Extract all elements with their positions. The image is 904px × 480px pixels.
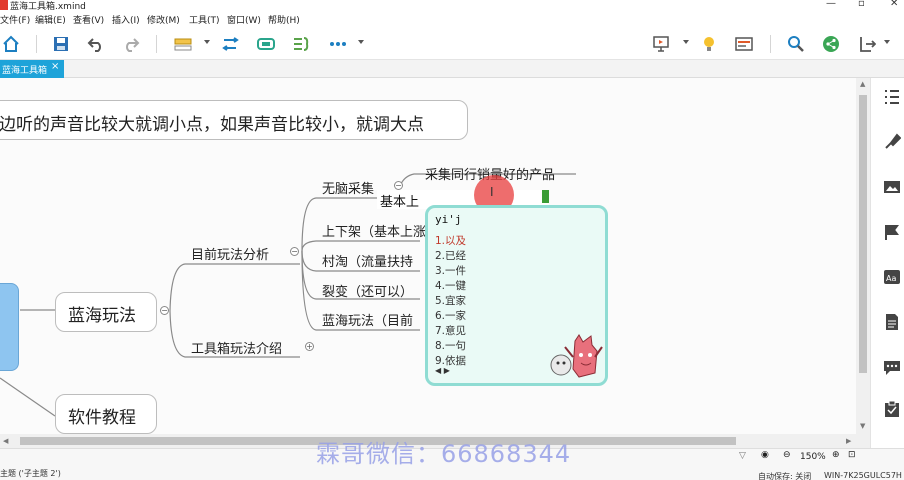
scroll-up-icon[interactable]: ▲ <box>860 80 865 88</box>
topic-software-tutorial-text: 软件教程 <box>68 408 136 428</box>
topic-style-dropdown-icon[interactable] <box>204 40 210 44</box>
title-bar: 蓝海工具箱.xmind — ▫ ✕ <box>0 0 904 12</box>
menu-edit[interactable]: 编辑(E) <box>35 13 66 26</box>
topic-style-icon[interactable] <box>172 33 194 55</box>
minimize-icon[interactable]: — <box>826 0 836 9</box>
task-icon[interactable] <box>883 400 901 418</box>
side-panel: Aa <box>870 78 904 448</box>
collapse-toggle[interactable]: − <box>290 247 299 256</box>
scroll-left-icon[interactable]: ◀ <box>3 437 8 445</box>
ime-candidate-window[interactable]: yi'j 1.以及 2.已经 3.一件 4.一键 5.宜家 6.一家 7.意见 … <box>425 205 608 386</box>
topic-blue-ocean[interactable]: 蓝海玩法 <box>55 292 157 332</box>
menu-window[interactable]: 窗口(W) <box>227 13 261 26</box>
ime-candidate[interactable]: 2.已经 <box>435 248 466 263</box>
ime-candidate[interactable]: 8.一句 <box>435 338 466 353</box>
view-eye-icon[interactable]: ◉ <box>761 450 769 460</box>
tab-blue-ocean-toolbox[interactable]: 蓝海工具箱 × <box>0 60 64 78</box>
ime-candidate[interactable]: 5.宜家 <box>435 293 466 308</box>
ime-candidate[interactable]: 1.以及 <box>435 233 466 248</box>
layout-icon[interactable] <box>733 33 755 55</box>
format-brush-icon[interactable] <box>883 133 901 151</box>
selection-status: 主题 ('子主题 2') <box>0 469 61 478</box>
autosave-status: 自动保存: 关闭 <box>758 472 812 480</box>
zoom-level[interactable]: 150% <box>800 452 826 462</box>
image-icon[interactable] <box>883 178 901 196</box>
notes-icon[interactable] <box>883 313 901 331</box>
subtopic-blue-current[interactable]: 蓝海玩法（目前 <box>322 310 413 329</box>
zoom-in-icon[interactable]: ⊕ <box>832 450 840 460</box>
menu-file[interactable]: 文件(F) <box>0 13 30 26</box>
marker-flag-icon[interactable] <box>883 223 901 241</box>
more-dropdown-icon[interactable] <box>358 40 364 44</box>
menu-help[interactable]: 帮助(H) <box>268 13 300 26</box>
home-icon[interactable] <box>0 33 22 55</box>
text-caret <box>542 190 549 203</box>
presentation-icon[interactable] <box>650 33 672 55</box>
expand-toggle[interactable]: + <box>305 342 314 351</box>
subtopic-village[interactable]: 村淘（流量扶持 <box>322 251 413 270</box>
summary-icon[interactable] <box>290 33 312 55</box>
branch-toolbox-intro[interactable]: 工具箱玩法介绍 <box>191 338 282 357</box>
editor-tab-bar: 蓝海工具箱 × <box>0 60 904 78</box>
vertical-scrollbar[interactable]: ▲ ▼ <box>856 78 870 434</box>
subtopic-mindless-collect[interactable]: 无脑采集 <box>322 178 374 197</box>
boundary-icon[interactable] <box>255 33 277 55</box>
ime-candidate[interactable]: 6.一家 <box>435 308 466 323</box>
xmind-logo-icon <box>0 0 8 10</box>
svg-text:Aa: Aa <box>886 274 896 283</box>
topic-software-tutorial[interactable]: 软件教程 <box>55 394 157 434</box>
scroll-right-icon[interactable]: ▶ <box>846 437 851 445</box>
topic-volume-tip-text: 边听的声音比较大就调小点，如果声音比较小，就调大点 <box>0 115 424 135</box>
idea-icon[interactable] <box>698 33 720 55</box>
toolbar-separator <box>36 35 37 53</box>
relationship-icon[interactable] <box>220 33 242 55</box>
wechat-watermark: 霖哥微信：66868344 <box>316 440 572 468</box>
ime-candidate[interactable]: 7.意见 <box>435 323 466 338</box>
filter-icon[interactable]: ▽ <box>739 451 746 461</box>
scroll-down-icon[interactable]: ▼ <box>860 422 865 430</box>
export-icon[interactable] <box>856 33 878 55</box>
outline-icon[interactable] <box>883 88 901 106</box>
subtopic-fission[interactable]: 裂变（还可以） <box>322 281 413 300</box>
central-topic[interactable] <box>0 283 19 371</box>
branch-current-analysis[interactable]: 目前玩法分析 <box>191 244 269 263</box>
more-icon[interactable] <box>327 33 349 55</box>
ime-candidate[interactable]: 4.一键 <box>435 278 466 293</box>
text-style-icon[interactable]: Aa <box>883 268 901 286</box>
export-dropdown-icon[interactable] <box>884 40 890 44</box>
menu-modify[interactable]: 修改(M) <box>147 13 180 26</box>
vertical-scroll-thumb[interactable] <box>859 95 867 373</box>
ime-page-nav-icon[interactable]: ◀ ▶ <box>435 366 450 375</box>
undo-icon[interactable] <box>85 33 107 55</box>
menu-bar: 文件(F) 编辑(E) 查看(V) 插入(I) 修改(M) 工具(T) 窗口(W… <box>0 11 904 28</box>
toolbar-separator <box>770 35 771 53</box>
toolbar <box>0 28 904 60</box>
maximize-icon[interactable]: ▫ <box>858 0 865 9</box>
tab-label: 蓝海工具箱 <box>2 66 48 76</box>
save-icon[interactable] <box>50 33 72 55</box>
menu-tools[interactable]: 工具(T) <box>189 13 220 26</box>
comments-icon[interactable] <box>883 358 901 376</box>
zoom-out-icon[interactable]: ⊖ <box>783 450 791 460</box>
toolbar-separator <box>156 35 157 53</box>
ime-mascot-icon <box>550 334 603 378</box>
topic-volume-tip[interactable]: 边听的声音比较大就调小点，如果声音比较小，就调大点 <box>0 100 468 140</box>
ibeam-cursor-icon: I <box>490 185 494 199</box>
ime-pinyin-input: yi'j <box>435 213 462 226</box>
menu-insert[interactable]: 插入(I) <box>112 13 140 26</box>
close-icon[interactable]: ✕ <box>890 0 898 9</box>
fit-map-icon[interactable]: ⊡ <box>848 450 856 460</box>
host-name: WIN-7K25GULC57H <box>824 471 902 480</box>
menu-view[interactable]: 查看(V) <box>73 13 104 26</box>
ime-candidate[interactable]: 3.一件 <box>435 263 466 278</box>
presentation-dropdown-icon[interactable] <box>683 40 689 44</box>
topic-blue-ocean-text: 蓝海玩法 <box>68 306 136 326</box>
collapse-toggle[interactable]: − <box>394 181 403 190</box>
collapse-toggle[interactable]: − <box>160 306 169 315</box>
share-icon[interactable] <box>820 33 842 55</box>
redo-icon[interactable] <box>120 33 142 55</box>
tab-close-icon[interactable]: × <box>51 61 59 72</box>
search-icon[interactable] <box>785 33 807 55</box>
subtopic-listing[interactable]: 上下架（基本上涨 <box>322 221 426 240</box>
